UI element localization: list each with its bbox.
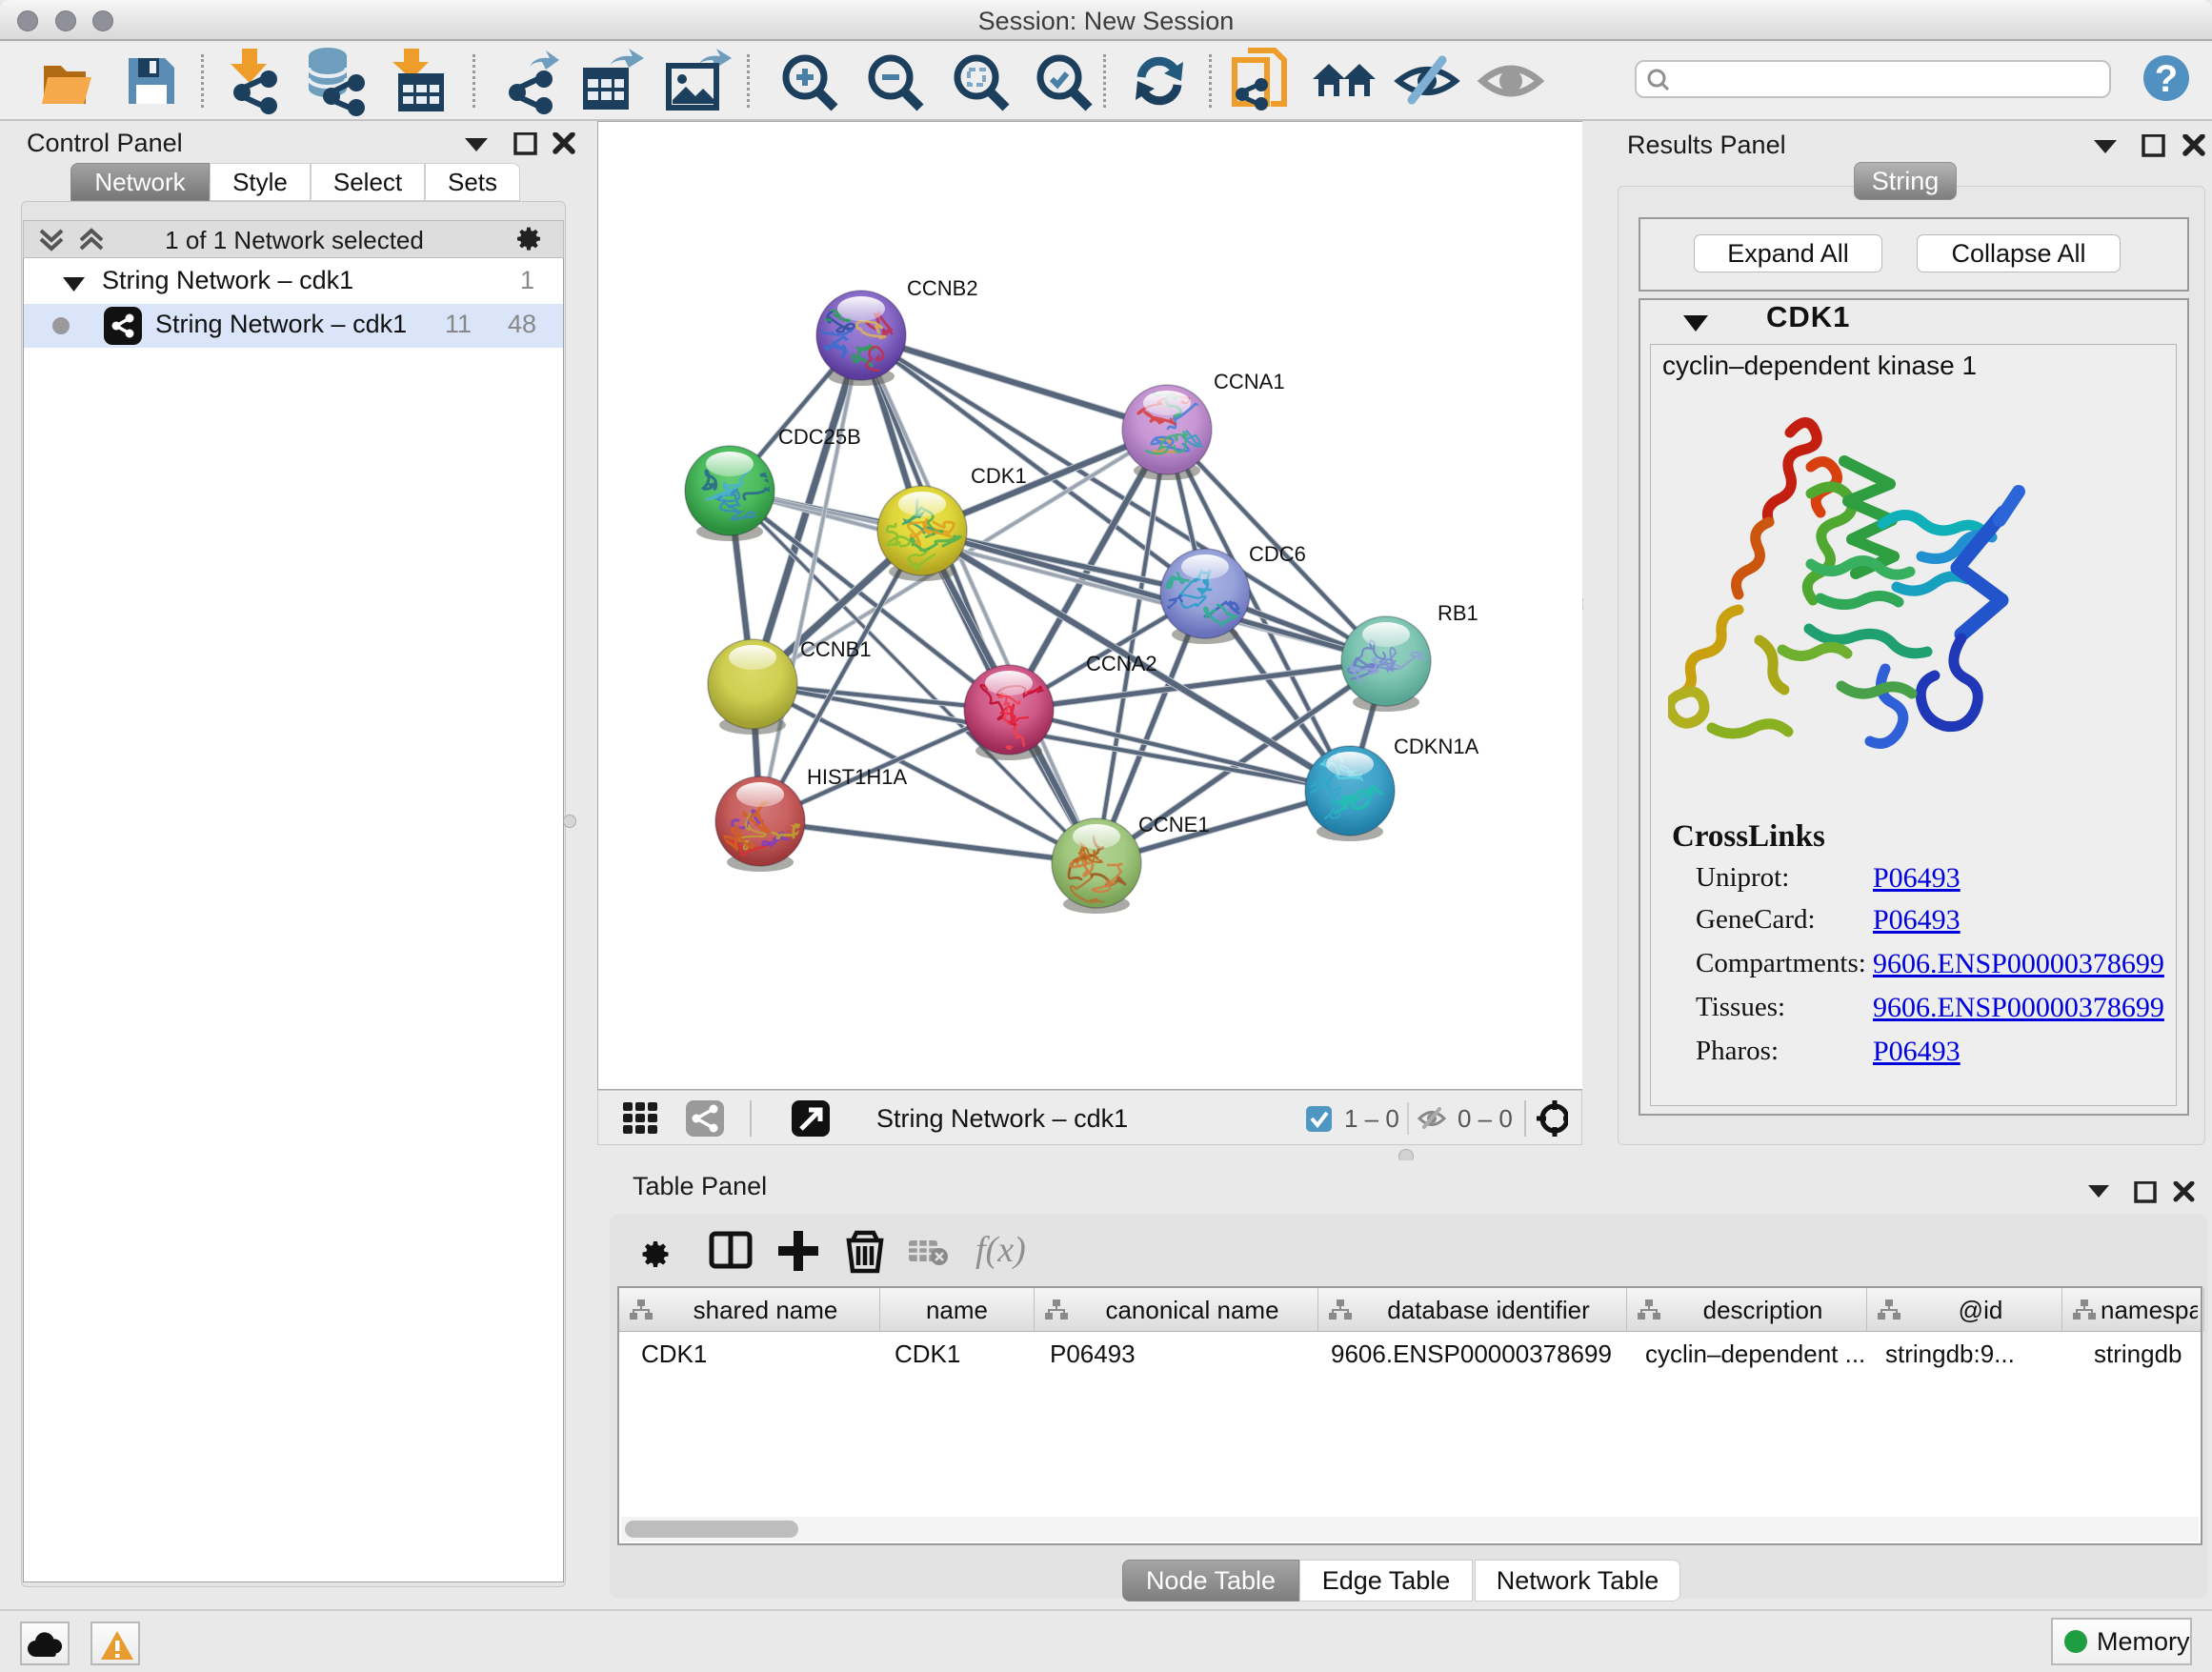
svg-text:CDC25B: CDC25B xyxy=(778,425,861,449)
svg-text:HIST1H1A: HIST1H1A xyxy=(807,765,907,789)
svg-text:String Network – cdk1: String Network – cdk1 xyxy=(876,1104,1128,1133)
svg-text:RB1: RB1 xyxy=(1438,601,1478,625)
svg-text:CDKN1A: CDKN1A xyxy=(1394,735,1479,758)
svg-text:CDC6: CDC6 xyxy=(1249,542,1306,566)
svg-text:CCNE1: CCNE1 xyxy=(1138,813,1210,836)
svg-text:CCNB2: CCNB2 xyxy=(907,276,978,300)
svg-text:CDK1: CDK1 xyxy=(971,464,1027,488)
svg-text:CCNA1: CCNA1 xyxy=(1214,370,1285,393)
svg-text:CCNA2: CCNA2 xyxy=(1086,652,1157,675)
svg-text:1 – 0: 1 – 0 xyxy=(1344,1104,1399,1133)
svg-text:f(x): f(x) xyxy=(975,1230,1026,1270)
svg-text:0 – 0: 0 – 0 xyxy=(1458,1104,1513,1133)
svg-text:CCNB1: CCNB1 xyxy=(800,637,872,661)
